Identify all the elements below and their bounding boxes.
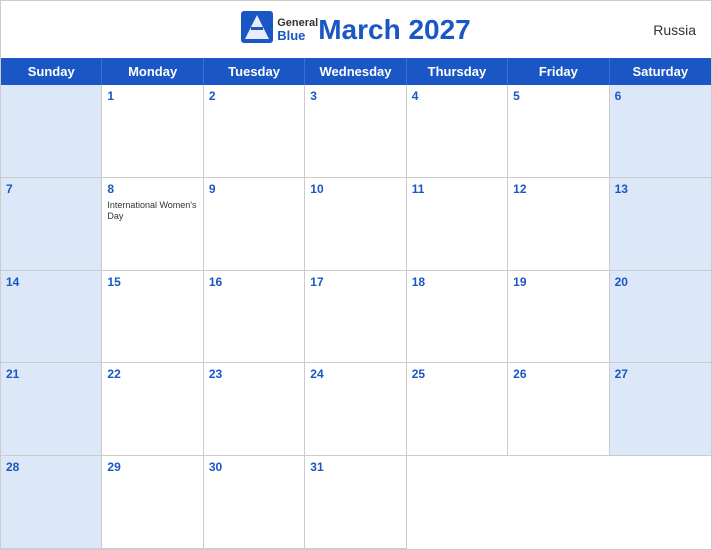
- cell-number: 30: [209, 459, 299, 476]
- calendar-cell: 14: [1, 271, 102, 364]
- logo-icon: [241, 11, 273, 48]
- cell-number: 19: [513, 274, 603, 291]
- cell-number: 3: [310, 88, 400, 105]
- cell-number: 7: [6, 181, 96, 198]
- cell-number: 23: [209, 366, 299, 383]
- calendar-cell: 1: [102, 85, 203, 178]
- cell-number: 27: [615, 366, 706, 383]
- cell-number: 4: [412, 88, 502, 105]
- cell-number: 15: [107, 274, 197, 291]
- calendar-cell: 7: [1, 178, 102, 271]
- header-monday: Monday: [102, 58, 203, 85]
- cell-number: 5: [513, 88, 603, 105]
- cell-event: International Women's Day: [107, 200, 197, 223]
- header-wednesday: Wednesday: [305, 58, 406, 85]
- calendar-cell: 27: [610, 363, 711, 456]
- cell-number: 20: [615, 274, 706, 291]
- cell-number: 22: [107, 366, 197, 383]
- cell-number: 17: [310, 274, 400, 291]
- calendar-cell: 8 International Women's Day: [102, 178, 203, 271]
- calendar-cell: 10: [305, 178, 406, 271]
- cell-number: 1: [107, 88, 197, 105]
- calendar-grid: 12345678International Women's Day9101112…: [1, 85, 711, 549]
- calendar-cell: 9: [204, 178, 305, 271]
- cell-number: 10: [310, 181, 400, 198]
- cell-number: 26: [513, 366, 603, 383]
- cell-number: 31: [310, 459, 400, 476]
- calendar-container: General Blue March 2027 Russia Sunday Mo…: [0, 0, 712, 550]
- calendar-cell: 3: [305, 85, 406, 178]
- calendar-cell: 22: [102, 363, 203, 456]
- calendar-cell: 13: [610, 178, 711, 271]
- header-thursday: Thursday: [407, 58, 508, 85]
- calendar-cell: 18: [407, 271, 508, 364]
- cell-number: 28: [6, 459, 96, 476]
- cell-number: 13: [615, 181, 706, 198]
- calendar-cell: 26: [508, 363, 609, 456]
- header-sunday: Sunday: [1, 58, 102, 85]
- calendar-cell: 31: [305, 456, 406, 549]
- cell-number: 6: [615, 88, 706, 105]
- calendar-cell: 30: [204, 456, 305, 549]
- cell-number: 11: [412, 181, 502, 198]
- cell-number: 29: [107, 459, 197, 476]
- calendar-cell: 6: [610, 85, 711, 178]
- header-tuesday: Tuesday: [204, 58, 305, 85]
- logo: General Blue: [241, 11, 318, 48]
- calendar-cell: 4: [407, 85, 508, 178]
- logo-blue: Blue: [277, 29, 318, 42]
- calendar-cell: 23: [204, 363, 305, 456]
- cell-number: 24: [310, 366, 400, 383]
- cell-number: 2: [209, 88, 299, 105]
- calendar-cell: 24: [305, 363, 406, 456]
- calendar-cell: 21: [1, 363, 102, 456]
- calendar-cell: 29: [102, 456, 203, 549]
- calendar-title: March 2027: [318, 14, 471, 45]
- header-saturday: Saturday: [610, 58, 711, 85]
- logo-text: General Blue: [277, 18, 318, 42]
- header-friday: Friday: [508, 58, 609, 85]
- title-section: March 2027: [318, 14, 471, 46]
- calendar-cell: 11: [407, 178, 508, 271]
- calendar-cell: 19: [508, 271, 609, 364]
- cell-number: 8: [107, 181, 197, 198]
- calendar-cell: 5: [508, 85, 609, 178]
- calendar-cell: 2: [204, 85, 305, 178]
- calendar-cell: 17: [305, 271, 406, 364]
- cell-number: 12: [513, 181, 603, 198]
- cell-number: 18: [412, 274, 502, 291]
- calendar-cell: 25: [407, 363, 508, 456]
- calendar-cell: 12: [508, 178, 609, 271]
- cell-number: 21: [6, 366, 96, 383]
- cell-number: 25: [412, 366, 502, 383]
- calendar-cell: [1, 85, 102, 178]
- cell-number: 14: [6, 274, 96, 291]
- cell-number: 9: [209, 181, 299, 198]
- cell-number: 16: [209, 274, 299, 291]
- calendar-cell: 16: [204, 271, 305, 364]
- calendar-cell: 20: [610, 271, 711, 364]
- calendar-cell: 15: [102, 271, 203, 364]
- country-label: Russia: [653, 22, 696, 38]
- calendar-header: General Blue March 2027 Russia: [1, 1, 711, 58]
- logo-general: General: [277, 18, 318, 29]
- calendar-cell: 28: [1, 456, 102, 549]
- day-headers: Sunday Monday Tuesday Wednesday Thursday…: [1, 58, 711, 85]
